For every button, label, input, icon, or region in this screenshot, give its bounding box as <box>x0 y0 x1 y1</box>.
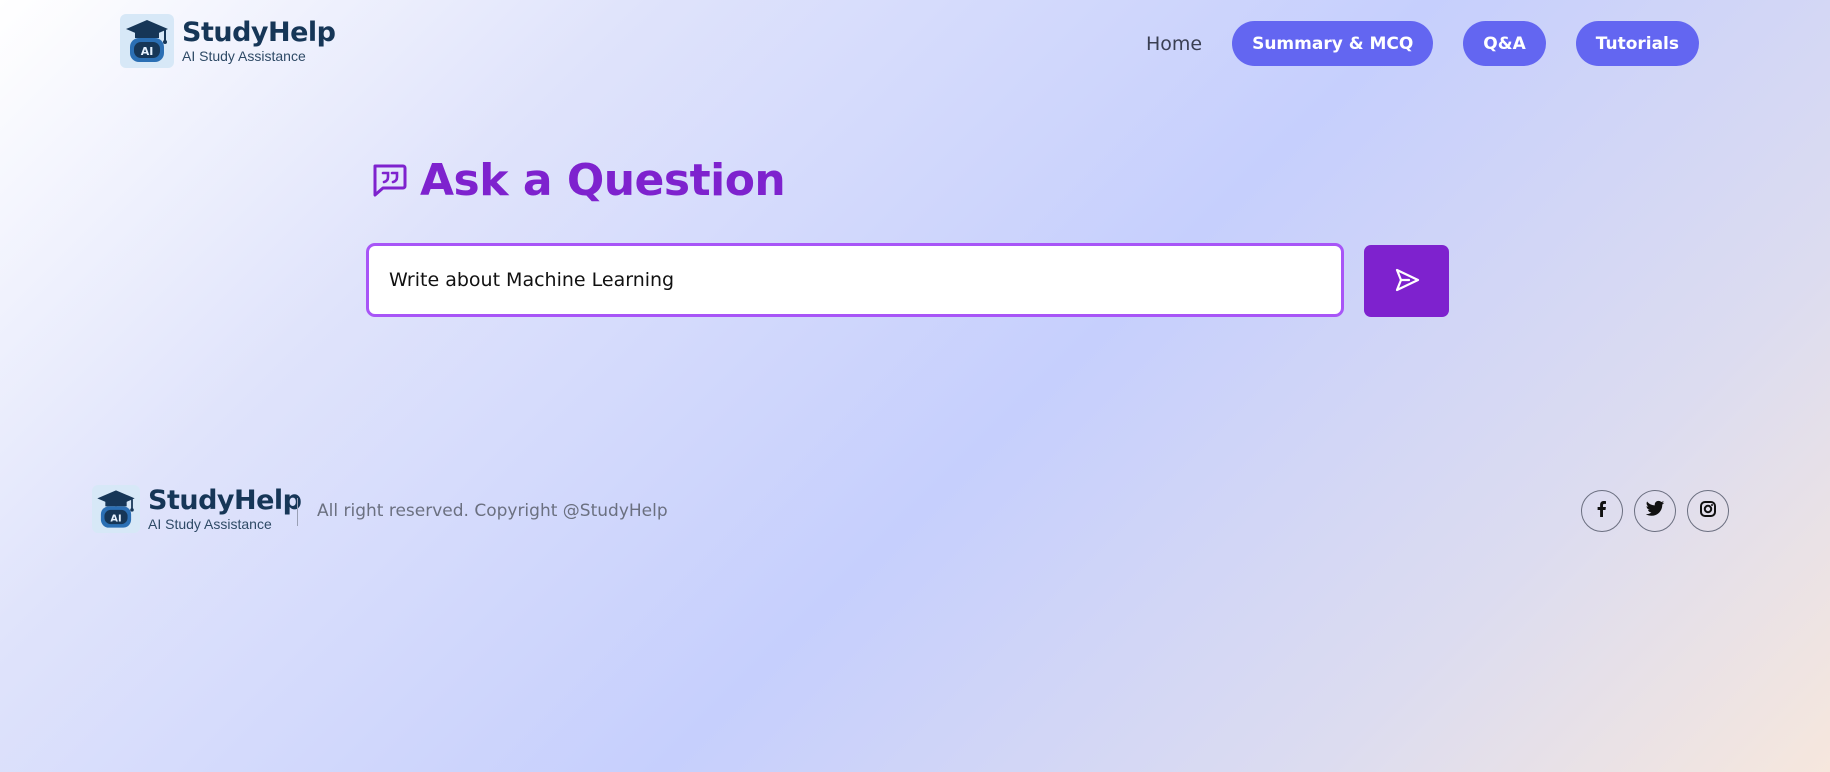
svg-text:AI: AI <box>141 45 154 58</box>
nav-tutorials-button[interactable]: Tutorials <box>1575 21 1699 66</box>
brand-logo[interactable]: AI StudyHelp AI Study Assistance <box>120 14 336 68</box>
instagram-link[interactable] <box>1687 490 1729 532</box>
question-input[interactable] <box>366 243 1344 317</box>
footer-divider <box>297 498 298 526</box>
twitter-link[interactable] <box>1634 490 1676 532</box>
instagram-icon <box>1700 501 1716 521</box>
brand-tagline: AI Study Assistance <box>182 48 306 64</box>
nav-summary-mcq-button[interactable]: Summary & MCQ <box>1232 21 1434 66</box>
nav-qa-button[interactable]: Q&A <box>1463 21 1546 66</box>
site-header: AI StudyHelp AI Study Assistance Home Su… <box>0 0 1830 90</box>
facebook-link[interactable] <box>1581 490 1623 532</box>
twitter-icon <box>1645 500 1665 522</box>
page-title: Ask a Question <box>420 155 786 206</box>
graduation-cap-robot-icon: AI <box>92 485 140 533</box>
chat-quote-icon <box>370 160 408 202</box>
footer-brand-logo[interactable]: AI StudyHelp AI Study Assistance <box>92 485 302 533</box>
main-nav: Home Summary & MCQ Q&A Tutorials <box>1146 21 1699 66</box>
nav-home-link[interactable]: Home <box>1146 33 1202 55</box>
send-icon <box>1393 266 1421 297</box>
graduation-cap-robot-icon: AI <box>120 14 174 68</box>
svg-text:AI: AI <box>110 513 121 524</box>
brand-name: StudyHelp <box>182 17 336 48</box>
social-links <box>1581 490 1729 532</box>
send-button[interactable] <box>1364 245 1449 317</box>
footer-brand-name: StudyHelp <box>148 485 302 516</box>
page-title-row: Ask a Question <box>370 155 786 206</box>
footer-brand-tagline: AI Study Assistance <box>148 516 272 532</box>
copyright-text: All right reserved. Copyright @StudyHelp <box>317 501 668 521</box>
facebook-icon <box>1593 500 1611 522</box>
